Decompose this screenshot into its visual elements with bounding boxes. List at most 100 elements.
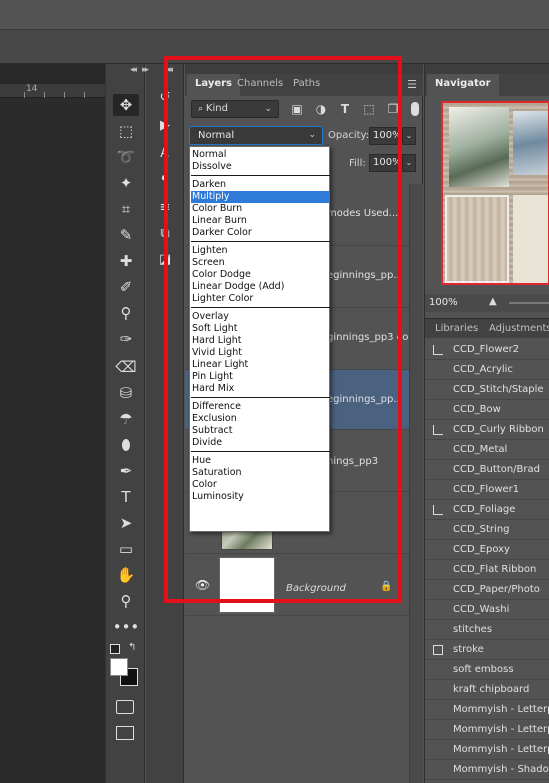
preview-photo (449, 107, 509, 187)
action-item[interactable]: CCD_Flower2 (425, 340, 549, 360)
eraser-tool-icon[interactable]: ⌫ (113, 356, 139, 378)
pen-tool-icon[interactable]: ✒ (113, 460, 139, 482)
zoom-tool-icon[interactable]: ⚲ (113, 590, 139, 612)
action-label: stitches (453, 624, 493, 635)
quick-mask-icon[interactable] (116, 700, 134, 714)
action-label: CCD_String (453, 524, 510, 535)
dodge-tool-icon[interactable]: ⬮ (113, 434, 139, 456)
opacity-dropdown-icon[interactable]: ⌄ (402, 127, 416, 145)
action-item[interactable]: Mommyish - Letterpre (425, 720, 549, 740)
action-item[interactable]: CCD_Flower1 (425, 480, 549, 500)
action-item[interactable]: CCD_Flat Ribbon (425, 560, 549, 580)
panel-menu-icon[interactable]: ☰ (407, 78, 417, 91)
action-toggle-icon[interactable] (433, 525, 443, 535)
stamp-tool-icon[interactable]: ⚲ (113, 302, 139, 324)
action-item[interactable]: kraft chipboard (425, 680, 549, 700)
action-item[interactable]: CCD_Foliage (425, 500, 549, 520)
action-label: CCD_Flower2 (453, 344, 520, 355)
action-toggle-icon[interactable] (433, 505, 443, 515)
action-toggle-icon[interactable] (433, 585, 443, 595)
default-colors-icon[interactable] (110, 644, 120, 654)
action-toggle-icon[interactable] (433, 545, 443, 555)
action-item[interactable]: stitches (425, 620, 549, 640)
path-selection-tool-icon[interactable]: ➤ (113, 512, 139, 534)
tab-adjustments[interactable]: Adjustments (483, 319, 549, 339)
action-toggle-icon[interactable] (433, 625, 443, 635)
action-toggle-icon[interactable] (433, 705, 443, 715)
action-item[interactable]: CCD_Metal (425, 440, 549, 460)
action-item[interactable]: CCD_Paper/Photo (425, 580, 549, 600)
action-item[interactable]: soft emboss (425, 660, 549, 680)
tab-libraries[interactable]: Libraries (429, 319, 484, 339)
action-toggle-icon[interactable] (433, 745, 443, 755)
action-toggle-icon[interactable] (433, 605, 443, 615)
action-toggle-icon[interactable] (433, 565, 443, 575)
action-toggle-icon[interactable] (433, 345, 443, 355)
layers-scrollbar[interactable] (409, 184, 423, 783)
document-canvas[interactable] (0, 98, 105, 783)
action-item[interactable]: Mommyish - Shadow (425, 760, 549, 780)
action-toggle-icon[interactable] (433, 445, 443, 455)
action-toggle-icon[interactable] (433, 465, 443, 475)
magic-wand-tool-icon[interactable]: ✦ (113, 172, 139, 194)
action-item[interactable]: Mommyish - Letterpre (425, 700, 549, 720)
history-brush-tool-icon[interactable]: ✑ (113, 328, 139, 350)
action-item[interactable]: CCD_Button/Brad (425, 460, 549, 480)
expand-panels-icon[interactable]: ▸▸ (142, 65, 149, 75)
more-tools-icon[interactable]: ••• (113, 616, 140, 638)
action-item[interactable]: CCD_Stitch/Staple (425, 380, 549, 400)
action-toggle-icon[interactable] (433, 405, 443, 415)
action-item[interactable]: stroke (425, 640, 549, 660)
crop-tool-icon[interactable]: ⌗ (113, 198, 139, 220)
annotation-frame (164, 56, 402, 603)
screen-mode-icon[interactable] (116, 726, 134, 740)
action-label: CCD_Stitch/Staple (453, 384, 544, 395)
shape-tool-icon[interactable]: ▭ (113, 538, 139, 560)
navigator-panel: Navigator 100% ▲ Libraries Adjustments C… (424, 64, 549, 783)
action-item[interactable]: CCD_Bow (425, 400, 549, 420)
action-item[interactable]: CCD_Acrylic (425, 360, 549, 380)
marquee-tool-icon[interactable]: ⬚ (113, 120, 139, 142)
action-label: CCD_Washi (453, 604, 510, 615)
blur-tool-icon[interactable]: ☂ (113, 408, 139, 430)
action-toggle-icon[interactable] (433, 645, 443, 655)
horizontal-ruler: 14 (0, 84, 105, 98)
fill-dropdown-icon[interactable]: ⌄ (402, 154, 416, 172)
action-toggle-icon[interactable] (433, 385, 443, 395)
preview-photo (513, 111, 548, 175)
collapse-panel-icon[interactable]: ◂◂ (130, 65, 137, 75)
lasso-tool-icon[interactable]: ➰ (113, 146, 139, 168)
action-item[interactable]: CCD_Curly Ribbon (425, 420, 549, 440)
brush-tool-icon[interactable]: ✐ (113, 276, 139, 298)
action-item[interactable]: CCD_Epoxy (425, 540, 549, 560)
action-toggle-icon[interactable] (433, 365, 443, 375)
action-item[interactable]: CCD_Washi (425, 600, 549, 620)
action-item[interactable]: Mommyish - Letterpre (425, 740, 549, 760)
zoom-out-icon[interactable]: ▲ (489, 296, 497, 307)
action-toggle-icon[interactable] (433, 725, 443, 735)
navigator-preview[interactable] (441, 101, 549, 285)
zoom-level-input[interactable]: 100% (429, 296, 467, 310)
action-toggle-icon[interactable] (433, 425, 443, 435)
paint-bucket-tool-icon[interactable]: ⛁ (113, 382, 139, 404)
eyedropper-tool-icon[interactable]: ✎ (113, 224, 139, 246)
zoom-slider[interactable] (509, 302, 549, 304)
healing-tool-icon[interactable]: ✚ (113, 250, 139, 272)
type-tool-icon[interactable]: T (113, 486, 139, 508)
navigator-tabs: Navigator (425, 74, 549, 96)
foreground-color-swatch[interactable] (110, 658, 128, 676)
hand-tool-icon[interactable]: ✋ (113, 564, 139, 586)
action-label: Mommyish - Letterpre (453, 724, 549, 735)
action-toggle-icon[interactable] (433, 685, 443, 695)
filter-toggle[interactable] (411, 102, 419, 116)
action-toggle-icon[interactable] (433, 765, 443, 775)
swap-colors-icon[interactable]: ↰ (128, 642, 136, 653)
ruler-number: 14 (26, 84, 38, 94)
move-tool-icon[interactable]: ✥ (113, 94, 139, 116)
tab-navigator[interactable]: Navigator (427, 74, 499, 96)
action-toggle-icon[interactable] (433, 665, 443, 675)
action-item[interactable]: CCD_String (425, 520, 549, 540)
action-label: soft emboss (453, 664, 514, 675)
action-toggle-icon[interactable] (433, 485, 443, 495)
action-label: CCD_Curly Ribbon (453, 424, 544, 435)
